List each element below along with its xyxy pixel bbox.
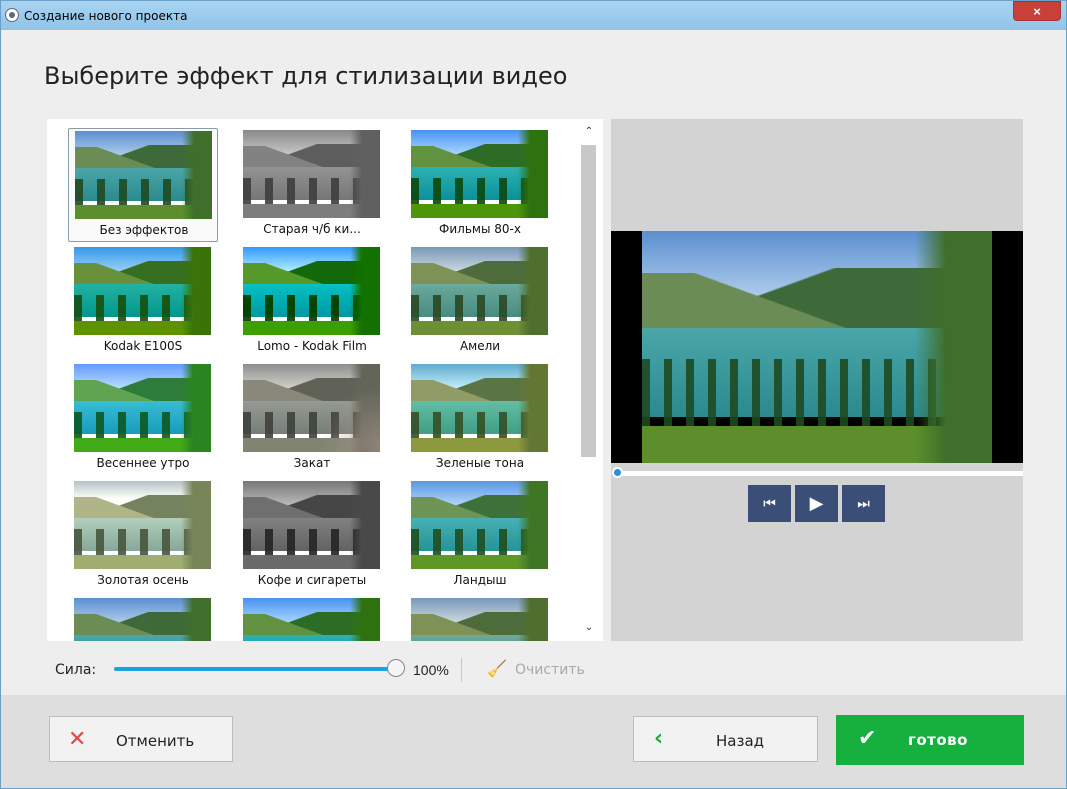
effect-label: Старая ч/б ки... [263, 222, 361, 236]
effect-preview-image [74, 598, 211, 641]
next-frame-button[interactable]: ⏭ [842, 485, 885, 522]
title-bar: Создание нового проекта × [1, 1, 1066, 30]
effect-thumb[interactable] [405, 596, 555, 641]
effect-preview-image [74, 247, 211, 335]
strength-label: Сила: [55, 662, 97, 678]
video-frame-image [642, 231, 992, 463]
back-button[interactable]: ‹ Назад [633, 716, 818, 762]
effect-preview-image [411, 481, 548, 569]
effect-preview-image [411, 364, 548, 452]
close-icon: × [1033, 4, 1041, 19]
effect-preview-image [243, 598, 380, 641]
effect-preview-image [243, 481, 380, 569]
effect-thumb-ameli[interactable]: Амели [405, 245, 555, 359]
chevron-left-icon: ‹ [654, 726, 664, 751]
checkmark-icon: ✔ [858, 726, 877, 751]
effect-label: Зеленые тона [435, 456, 525, 470]
effect-label: Весеннее утро [96, 456, 190, 470]
scroll-up-icon[interactable]: ⌃ [579, 123, 599, 141]
gallery-scrollbar[interactable]: ⌃ ⌄ [579, 119, 599, 641]
effect-preview-image [74, 364, 211, 452]
effect-preview-image [243, 247, 380, 335]
effect-thumb-80s-films[interactable]: Фильмы 80-х [405, 128, 555, 242]
page-title: Выберите эффект для стилизации видео [44, 62, 568, 90]
effect-label: Без эффектов [99, 223, 189, 237]
effect-thumb-coffee-cigarettes[interactable]: Кофе и сигареты [237, 479, 387, 593]
effect-preview-image [74, 481, 211, 569]
back-button-label: Назад [716, 732, 765, 750]
clear-button[interactable]: Очистить [515, 662, 585, 678]
scroll-thumb[interactable] [581, 145, 596, 457]
effect-label: Кофе и сигареты [257, 573, 367, 587]
effect-thumb[interactable] [68, 596, 218, 641]
playback-progress-track[interactable] [615, 471, 1023, 476]
effect-label: Kodak E100S [103, 339, 183, 353]
effect-label: Фильмы 80-х [439, 222, 521, 236]
play-button[interactable]: ▶ [795, 485, 838, 522]
video-preview-panel: ⏮ ▶ ⏭ [611, 119, 1023, 641]
project-wizard-window: Создание нового проекта × Выберите эффек… [0, 0, 1067, 789]
close-icon: ✕ [68, 727, 87, 752]
effect-preview-image [411, 247, 548, 335]
window-title: Создание нового проекта [24, 9, 188, 23]
play-icon: ▶ [809, 493, 824, 513]
effects-gallery: Без эффектов Старая ч/б ки... Фильмы 80-… [47, 119, 603, 641]
effect-preview-image [243, 364, 380, 452]
effect-thumb-sunset[interactable]: Закат [237, 362, 387, 476]
effect-thumb[interactable] [237, 596, 387, 641]
done-button[interactable]: ✔ готово [836, 715, 1024, 765]
effect-thumb-lily[interactable]: Ландыш [405, 479, 555, 593]
skip-back-icon: ⏮ [763, 495, 776, 511]
effect-thumb-old-bw[interactable]: Старая ч/б ки... [237, 128, 387, 242]
skip-forward-icon: ⏭ [857, 495, 870, 511]
cancel-button[interactable]: ✕ Отменить [49, 716, 233, 762]
effect-thumb-lomo-kodak[interactable]: Lomo - Kodak Film [237, 245, 387, 359]
close-button[interactable]: × [1013, 1, 1061, 21]
effect-preview-image [75, 131, 212, 219]
effect-preview-image [243, 130, 380, 218]
effect-label: Ландыш [453, 573, 507, 587]
scroll-down-icon[interactable]: ⌄ [579, 619, 599, 637]
previous-frame-button[interactable]: ⏮ [748, 485, 791, 522]
effect-preview-image [411, 130, 548, 218]
divider [461, 658, 462, 682]
effect-label: Закат [293, 456, 331, 470]
playback-progress-knob[interactable] [612, 467, 623, 478]
effect-label: Lomo - Kodak Film [257, 339, 367, 353]
effect-thumb-no-effect[interactable]: Без эффектов [68, 128, 218, 242]
strength-slider-knob[interactable] [387, 659, 405, 677]
effect-label: Амели [459, 339, 501, 353]
effect-thumb-spring-morning[interactable]: Весеннее утро [68, 362, 218, 476]
effect-thumb-golden-autumn[interactable]: Золотая осень [68, 479, 218, 593]
cancel-button-label: Отменить [116, 732, 195, 750]
app-icon [5, 8, 19, 22]
done-button-label: готово [908, 731, 968, 749]
strength-value: 100% [413, 662, 449, 678]
strength-slider-track[interactable] [114, 667, 399, 671]
effect-thumb-kodak-e100s[interactable]: Kodak E100S [68, 245, 218, 359]
broom-icon[interactable]: 🧹 [487, 659, 507, 679]
effect-thumb-green-tones[interactable]: Зеленые тона [405, 362, 555, 476]
video-preview [611, 231, 1023, 463]
effect-preview-image [411, 598, 548, 641]
effect-label: Золотая осень [97, 573, 189, 587]
